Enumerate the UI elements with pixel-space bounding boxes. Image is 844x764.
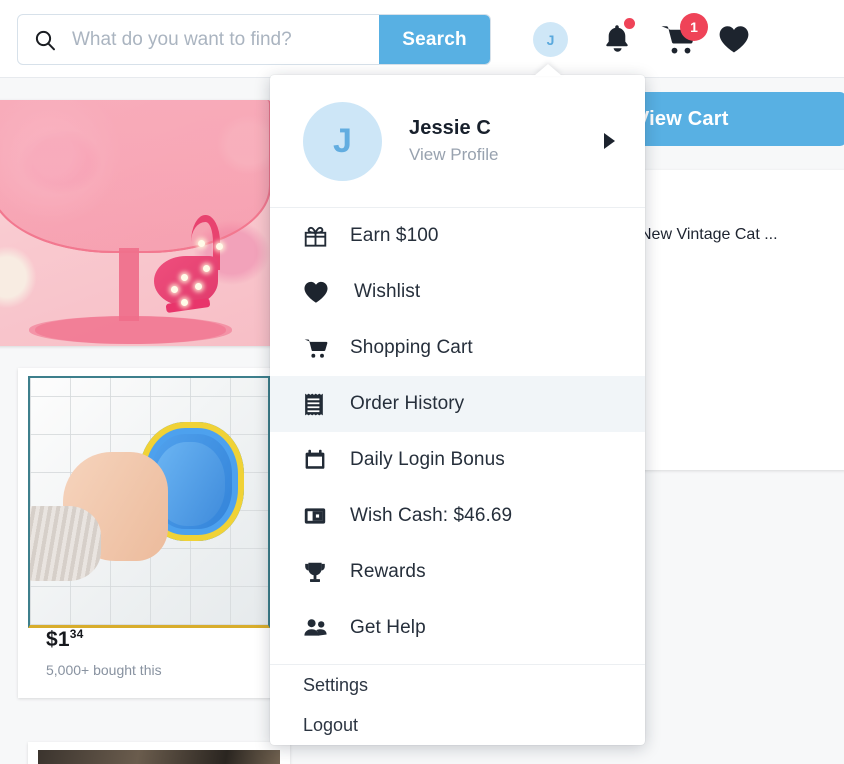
product-bought-count: 5,000+ bought this — [46, 662, 162, 678]
menu-item-wishlist[interactable]: Wishlist — [270, 264, 645, 320]
decorative-flamingo — [147, 213, 231, 326]
menu-item-earn[interactable]: Earn $100 — [270, 208, 645, 264]
product-image-scrubber — [28, 376, 270, 628]
cart-icon — [303, 336, 337, 360]
menu-item-label: Wish Cash: $46.69 — [350, 505, 513, 526]
calendar-icon — [303, 448, 337, 472]
trophy-icon — [303, 560, 337, 585]
account-avatar-button[interactable]: J — [533, 22, 568, 57]
menu-item-get-help[interactable]: Get Help — [270, 600, 645, 656]
menu-item-label: Get Help — [350, 617, 426, 638]
product-price: $134 — [46, 627, 84, 652]
product-card-partial[interactable] — [28, 742, 290, 764]
chevron-right-icon — [604, 133, 615, 149]
menu-item-daily-login-bonus[interactable]: Daily Login Bonus — [270, 432, 645, 488]
heart-icon — [303, 280, 337, 304]
account-dropdown-menu: J Jessie C View Profile Earn $100 Wishli… — [270, 64, 645, 745]
view-profile-row[interactable]: J Jessie C View Profile — [270, 75, 645, 207]
search-icon — [18, 28, 72, 52]
price-cents: 34 — [69, 627, 84, 641]
price-dollars: $1 — [46, 628, 70, 651]
profile-name: Jessie C — [409, 117, 491, 139]
product-card-roses[interactable] — [0, 100, 271, 346]
right-product-title: New Vintage Cat ... — [640, 226, 778, 243]
search-button[interactable]: Search — [379, 15, 490, 64]
decorative-glass-2 — [0, 100, 271, 361]
gift-icon — [303, 224, 337, 249]
wallet-icon — [303, 504, 337, 528]
notification-unread-dot — [624, 18, 635, 29]
menu-item-shopping-cart[interactable]: Shopping Cart — [270, 320, 645, 376]
product-image-partial — [38, 750, 280, 764]
menu-item-label: Shopping Cart — [350, 337, 473, 358]
receipt-icon — [303, 392, 337, 417]
menu-item-label: Rewards — [350, 561, 426, 582]
search-input[interactable] — [72, 15, 379, 64]
product-image-roses — [0, 100, 271, 346]
people-icon — [303, 616, 337, 640]
cart-count-badge: 1 — [680, 13, 708, 41]
top-navigation-bar: Search J 1 — [0, 0, 844, 78]
product-card-scrubber[interactable]: $134 5,000+ bought this — [18, 368, 280, 698]
menu-item-order-history[interactable]: Order History — [270, 376, 645, 432]
menu-item-wish-cash[interactable]: Wish Cash: $46.69 — [270, 488, 645, 544]
profile-text: Jessie C View Profile — [409, 117, 604, 165]
menu-item-label: Order History — [350, 393, 465, 414]
profile-subtitle: View Profile — [409, 145, 499, 164]
menu-item-label: Daily Login Bonus — [350, 449, 505, 470]
menu-item-label: Wishlist — [354, 281, 421, 302]
menu-item-label: Earn $100 — [350, 225, 439, 246]
heart-icon[interactable] — [718, 24, 750, 54]
menu-item-settings[interactable]: Settings — [270, 665, 645, 705]
app-screen: $134 5,000+ bought this View Cart New Vi… — [0, 0, 844, 764]
menu-item-rewards[interactable]: Rewards — [270, 544, 645, 600]
avatar: J — [303, 101, 382, 181]
search-bar[interactable]: Search — [17, 14, 491, 65]
menu-item-logout[interactable]: Logout — [270, 705, 645, 745]
